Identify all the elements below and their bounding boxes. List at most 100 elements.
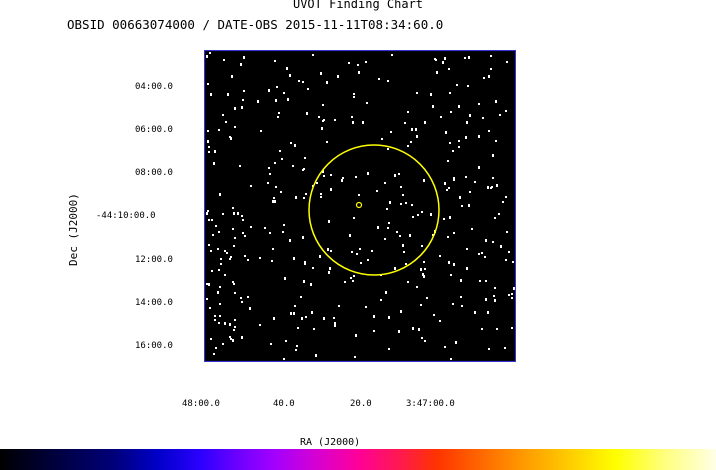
star-point — [208, 244, 210, 246]
star-point — [460, 279, 462, 282]
star-point — [328, 220, 330, 223]
star-point — [360, 262, 362, 264]
star-point — [357, 64, 359, 66]
star-point — [330, 250, 332, 252]
star-point — [436, 71, 438, 74]
star-point — [247, 296, 249, 298]
star-point — [350, 277, 352, 279]
star-point — [222, 343, 224, 345]
star-point — [478, 135, 480, 138]
star-point — [240, 297, 242, 299]
star-point — [218, 269, 220, 271]
star-point — [306, 112, 308, 115]
star-point — [233, 283, 235, 285]
star-point — [444, 57, 446, 60]
star-point — [479, 280, 481, 282]
star-field-image — [204, 50, 516, 362]
star-point — [272, 200, 274, 203]
star-point — [269, 173, 271, 175]
star-point — [416, 92, 418, 94]
star-point — [311, 311, 313, 314]
star-point — [433, 314, 435, 316]
star-point — [487, 186, 489, 189]
star-point — [206, 283, 208, 285]
star-point — [415, 128, 417, 131]
star-point — [412, 216, 414, 218]
star-point — [359, 248, 361, 250]
y-tick-label: -44:10:00.0 — [96, 211, 156, 221]
star-point — [271, 260, 273, 262]
star-point — [474, 181, 476, 183]
star-point — [230, 338, 232, 340]
star-point — [466, 267, 468, 270]
star-point — [249, 307, 251, 310]
star-point — [384, 238, 386, 240]
star-point — [244, 255, 246, 257]
star-point — [356, 253, 358, 255]
star-point — [207, 140, 209, 143]
star-point — [471, 228, 473, 230]
star-point — [508, 294, 510, 296]
star-point — [373, 330, 375, 332]
star-point — [377, 226, 379, 229]
star-point — [381, 138, 383, 140]
star-point — [481, 252, 483, 254]
star-point — [444, 182, 446, 185]
star-point — [234, 126, 236, 128]
star-point — [508, 251, 510, 253]
star-point — [215, 347, 217, 349]
y-tick-label: 16:00.0 — [135, 341, 173, 351]
star-point — [231, 75, 233, 78]
star-point — [270, 343, 272, 345]
star-point — [232, 207, 234, 209]
star-point — [482, 117, 484, 119]
star-point — [416, 286, 418, 288]
star-point — [450, 358, 452, 360]
star-point — [281, 158, 283, 160]
star-point — [400, 203, 402, 205]
star-point — [496, 328, 498, 330]
star-point — [330, 188, 332, 191]
star-point — [358, 71, 360, 74]
star-point — [512, 261, 514, 263]
star-point — [474, 311, 476, 314]
star-point — [500, 245, 502, 248]
star-point — [268, 89, 270, 92]
star-point — [353, 275, 355, 277]
star-point — [504, 347, 506, 349]
star-point — [229, 136, 231, 138]
star-point — [304, 261, 306, 264]
star-point — [213, 162, 215, 165]
star-point — [278, 112, 280, 114]
star-point — [404, 122, 406, 124]
star-point — [294, 305, 296, 307]
star-point — [353, 217, 355, 219]
star-point — [276, 86, 278, 88]
star-point — [366, 102, 368, 104]
star-point — [511, 297, 513, 299]
x-tick-label: 40.0 — [273, 399, 295, 409]
star-point — [242, 232, 244, 234]
star-point — [240, 63, 242, 66]
star-point — [426, 297, 428, 299]
star-point — [305, 193, 307, 195]
star-point — [275, 99, 277, 102]
star-point — [453, 178, 455, 181]
star-point — [376, 190, 378, 192]
star-point — [505, 196, 507, 198]
star-point — [279, 150, 281, 152]
star-point — [358, 194, 360, 196]
star-point — [430, 93, 432, 96]
star-point — [450, 111, 452, 113]
star-point — [458, 146, 460, 148]
star-point — [293, 312, 295, 315]
star-point — [232, 228, 234, 230]
star-point — [305, 316, 307, 318]
star-point — [280, 191, 282, 193]
star-point — [402, 244, 404, 247]
star-point — [386, 208, 388, 210]
star-point — [295, 349, 297, 351]
star-point — [272, 248, 274, 250]
star-point — [351, 116, 353, 118]
star-point — [303, 280, 305, 283]
